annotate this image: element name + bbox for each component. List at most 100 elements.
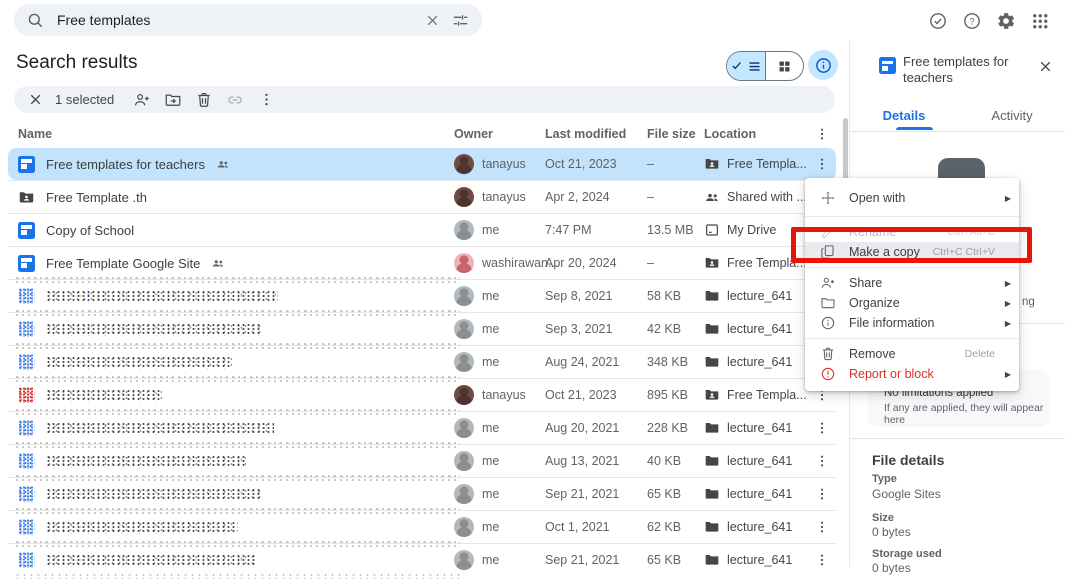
name-cell (8, 387, 454, 403)
google-apps-grid-icon[interactable] (1027, 8, 1053, 34)
row-more-button[interactable] (808, 420, 836, 436)
menu-item-make-a-copy[interactable]: Make a copy Ctrl+C Ctrl+V (805, 242, 1019, 262)
owner-name: tanayus (482, 190, 526, 204)
column-header-modified[interactable]: Last modified (545, 127, 647, 141)
menu-item-organize[interactable]: Organize ▶ (805, 293, 1019, 313)
redacted-file-icon (18, 387, 35, 403)
menu-item-label: Remove (849, 347, 965, 361)
details-info-button[interactable] (808, 50, 838, 80)
folder-shared-location-icon (704, 156, 720, 172)
submenu-arrow-icon: ▶ (1001, 194, 1011, 203)
google-sites-icon (18, 222, 35, 239)
last-modified: Aug 13, 2021 (545, 454, 647, 468)
menu-item-report-or-block[interactable]: Report or block ▶ (805, 364, 1019, 384)
share-person-add-icon[interactable] (133, 91, 151, 109)
name-cell: Copy of School (8, 222, 454, 239)
list-settings-button[interactable] (808, 126, 836, 142)
table-row[interactable]: me Sep 8, 2021 58 KB lecture_641 (8, 279, 836, 312)
column-header-owner[interactable]: Owner (454, 127, 545, 141)
search-input[interactable] (55, 11, 418, 29)
help-icon[interactable]: ? (959, 8, 985, 34)
owner-cell: tanayus (454, 154, 545, 174)
field-value-type: Google Sites (872, 487, 941, 501)
file-size: 65 KB (647, 553, 704, 567)
table-row[interactable]: me Oct 1, 2021 62 KB lecture_641 (8, 510, 836, 543)
offline-status-icon[interactable] (925, 8, 951, 34)
table-row[interactable]: me Sep 21, 2021 65 KB lecture_641 (8, 543, 836, 576)
people-location-icon (704, 189, 720, 205)
divider (850, 131, 1065, 132)
organize-folder-icon (819, 295, 836, 312)
row-more-button[interactable] (808, 519, 836, 535)
menu-item-share[interactable]: Share ▶ (805, 273, 1019, 293)
location-chip[interactable]: My Drive (704, 222, 808, 238)
tab-details[interactable]: Details (850, 108, 958, 130)
list-view-button[interactable] (727, 52, 765, 80)
trash-icon[interactable] (195, 91, 213, 109)
clear-search-icon[interactable] (418, 6, 446, 34)
table-row[interactable]: me Aug 20, 2021 228 KB lecture_641 (8, 411, 836, 444)
column-header-name[interactable]: Name (8, 127, 454, 141)
menu-item-file-information[interactable]: File information ▶ (805, 313, 1019, 333)
name-cell (8, 552, 454, 568)
location-chip[interactable]: Free Templa... (704, 156, 808, 172)
search-results-panel: Search results 1 selected (0, 40, 849, 567)
clear-selection-icon[interactable] (26, 91, 44, 109)
name-cell: Free Template Google Site (8, 255, 454, 272)
file-name: Free Template Google Site (46, 256, 200, 271)
close-sidebar-icon[interactable] (1034, 55, 1056, 77)
menu-item-remove[interactable]: Remove Delete (805, 344, 1019, 364)
table-row[interactable]: Copy of School me 7:47 PM 13.5 MB My Dri… (8, 213, 836, 246)
redacted-file-icon (18, 420, 35, 436)
location-chip[interactable]: Shared with ... (704, 189, 808, 205)
table-row[interactable]: Free Template .th tanayus Apr 2, 2024 – … (8, 180, 836, 213)
move-folder-icon[interactable] (164, 91, 182, 109)
location-chip[interactable]: lecture_641 (704, 354, 808, 370)
column-header-size[interactable]: File size (647, 127, 704, 141)
table-row[interactable]: Free Template Google Site washirawan... … (8, 246, 836, 279)
top-app-bar: ? (0, 0, 1065, 40)
selected-count-label: 1 selected (55, 92, 114, 107)
location-chip[interactable]: lecture_641 (704, 486, 808, 502)
table-row[interactable]: tanayus Oct 21, 2023 895 KB Free Templa.… (8, 378, 836, 411)
settings-gear-icon[interactable] (993, 8, 1019, 34)
owner-cell: tanayus (454, 187, 545, 207)
table-row[interactable]: me Sep 21, 2021 65 KB lecture_641 (8, 477, 836, 510)
last-modified: Aug 24, 2021 (545, 355, 647, 369)
location-name: lecture_641 (727, 355, 792, 369)
redacted-file-name (46, 455, 246, 468)
table-row[interactable]: me Aug 24, 2021 348 KB lecture_641 (8, 345, 836, 378)
name-cell (8, 420, 454, 436)
table-row[interactable]: me Aug 13, 2021 40 KB lecture_641 (8, 444, 836, 477)
table-row[interactable]: Free templates for teachers tanayus Oct … (8, 148, 836, 180)
search-filters-tune-icon[interactable] (446, 6, 474, 34)
location-chip[interactable]: lecture_641 (704, 288, 808, 304)
location-name: Free Templa... (727, 256, 807, 270)
location-chip[interactable]: lecture_641 (704, 519, 808, 535)
row-more-button[interactable] (808, 156, 836, 172)
menu-item-open-with[interactable]: Open with ▶ (805, 185, 1019, 211)
table-row[interactable]: me Sep 3, 2021 42 KB lecture_641 (8, 312, 836, 345)
location-chip[interactable]: Free Templa... (704, 255, 808, 271)
location-chip[interactable]: Free Templa... (704, 387, 808, 403)
location-chip[interactable]: lecture_641 (704, 420, 808, 436)
location-chip[interactable]: lecture_641 (704, 453, 808, 469)
column-header-location[interactable]: Location (704, 127, 808, 141)
menu-item-shortcut: Ctrl+Alt+E (947, 226, 995, 238)
menu-divider (805, 216, 1019, 217)
row-more-button[interactable] (808, 453, 836, 469)
location-chip[interactable]: lecture_641 (704, 321, 808, 337)
tab-activity[interactable]: Activity (958, 108, 1065, 130)
field-label-storage: Storage used (872, 548, 942, 560)
google-sites-icon (18, 156, 35, 173)
location-chip[interactable]: lecture_641 (704, 552, 808, 568)
google-sites-icon (18, 255, 35, 272)
row-more-button[interactable] (808, 486, 836, 502)
folder-location-icon (704, 288, 720, 304)
row-more-button[interactable] (808, 552, 836, 568)
more-options-icon[interactable] (257, 91, 275, 109)
name-cell (8, 453, 454, 469)
search-bar[interactable] (14, 4, 482, 36)
grid-view-button[interactable] (765, 52, 804, 80)
copy-link-icon[interactable] (226, 91, 244, 109)
